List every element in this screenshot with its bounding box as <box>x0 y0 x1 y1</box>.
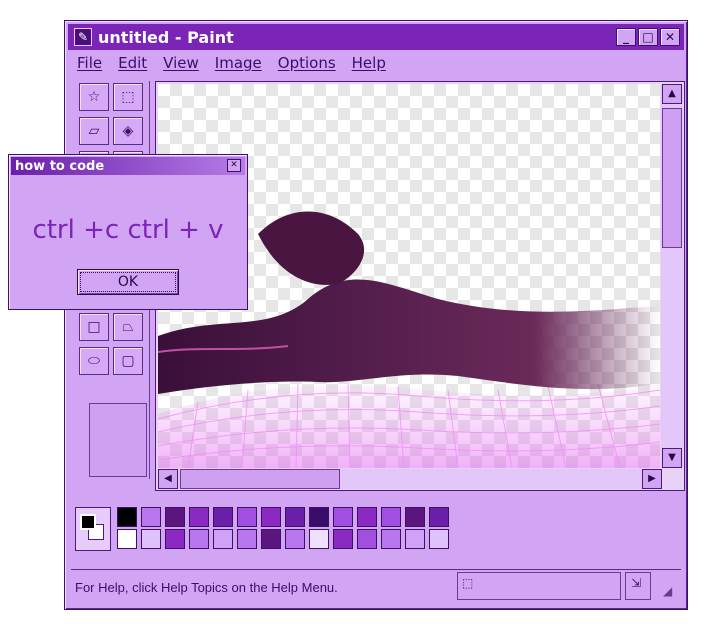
menu-file[interactable]: File <box>77 54 102 78</box>
palette-swatch[interactable] <box>357 529 377 549</box>
palette-swatch[interactable] <box>141 529 161 549</box>
tool-options-box[interactable] <box>89 403 147 477</box>
window-title: untitled - Paint <box>98 27 234 47</box>
cursor-position-cell: ⬚ <box>457 572 621 600</box>
minimize-button[interactable]: _ <box>616 28 636 46</box>
palette-swatch[interactable] <box>333 507 353 527</box>
horizontal-scrollbar[interactable]: ◀ ▶ <box>158 469 662 489</box>
menu-options[interactable]: Options <box>278 54 336 78</box>
eraser-tool-icon[interactable]: ▱ <box>79 117 109 145</box>
palette-swatch[interactable] <box>381 529 401 549</box>
cursor-position-icon: ⬚ <box>462 576 474 590</box>
foreground-color-swatch[interactable] <box>80 514 96 530</box>
palette-swatch[interactable] <box>141 507 161 527</box>
menu-edit[interactable]: Edit <box>118 54 147 78</box>
menu-help[interactable]: Help <box>352 54 386 78</box>
message-dialog: how to code ✕ ctrl +c ctrl + v OK <box>8 154 248 310</box>
palette-swatch[interactable] <box>405 529 425 549</box>
palette-swatch[interactable] <box>405 507 425 527</box>
palette-swatch[interactable] <box>261 507 281 527</box>
polygon-tool-icon[interactable]: ⏢ <box>113 313 143 341</box>
status-bar: For Help, click Help Topics on the Help … <box>71 569 681 606</box>
palette-swatch[interactable] <box>237 529 257 549</box>
ellipse-tool-icon[interactable]: ⬭ <box>79 347 109 375</box>
palette-swatch[interactable] <box>213 507 233 527</box>
scroll-left-icon[interactable]: ◀ <box>158 469 178 489</box>
maximize-button[interactable]: □ <box>638 28 658 46</box>
palette-swatch[interactable] <box>261 529 281 549</box>
palette-swatch[interactable] <box>429 507 449 527</box>
title-bar[interactable]: ✎ untitled - Paint _ □ ✕ <box>68 24 684 50</box>
palette-swatch[interactable] <box>189 529 209 549</box>
resize-grip-icon[interactable]: ◢ <box>663 584 672 598</box>
selection-size-cell: ⇲ <box>625 572 651 600</box>
palette-swatch[interactable] <box>189 507 209 527</box>
current-colors[interactable] <box>75 507 111 551</box>
palette-swatch[interactable] <box>309 529 329 549</box>
ok-button-label: OK <box>80 272 176 292</box>
dialog-title-bar[interactable]: how to code ✕ <box>11 157 245 175</box>
free-select-tool-icon[interactable]: ☆ <box>79 83 109 111</box>
rounded-rect-tool-icon[interactable]: ▢ <box>113 347 143 375</box>
menu-bar: File Edit View Image Options Help <box>71 54 386 78</box>
palette-swatch[interactable] <box>285 507 305 527</box>
rectangle-tool-icon[interactable]: □ <box>79 313 109 341</box>
scroll-right-icon[interactable]: ▶ <box>642 469 662 489</box>
menu-view[interactable]: View <box>163 54 199 78</box>
vertical-scrollbar[interactable]: ▲ ▼ <box>661 84 683 468</box>
palette-swatch[interactable] <box>237 507 257 527</box>
palette-swatch[interactable] <box>333 529 353 549</box>
palette-swatch[interactable] <box>165 529 185 549</box>
selection-size-icon: ⇲ <box>631 576 642 590</box>
scroll-up-icon[interactable]: ▲ <box>662 84 682 104</box>
palette-swatch[interactable] <box>117 529 137 549</box>
ok-button[interactable]: OK <box>77 269 179 295</box>
color-palette <box>75 507 455 559</box>
palette-swatch[interactable] <box>117 507 137 527</box>
horizontal-scroll-thumb[interactable] <box>180 469 340 489</box>
rect-select-tool-icon[interactable]: ⬚ <box>113 83 143 111</box>
paint-window: ✎ untitled - Paint _ □ ✕ File Edit View … <box>64 20 688 610</box>
dialog-title: how to code <box>15 158 105 174</box>
palette-swatch[interactable] <box>213 529 233 549</box>
fill-tool-icon[interactable]: ◈ <box>113 117 143 145</box>
vertical-scroll-thumb[interactable] <box>662 108 682 248</box>
dialog-close-icon[interactable]: ✕ <box>227 159 241 172</box>
palette-swatch[interactable] <box>381 507 401 527</box>
dialog-message: ctrl +c ctrl + v <box>32 215 224 245</box>
palette-swatch[interactable] <box>357 507 377 527</box>
scroll-down-icon[interactable]: ▼ <box>662 448 682 468</box>
palette-swatch[interactable] <box>165 507 185 527</box>
palette-swatch[interactable] <box>309 507 329 527</box>
paint-app-icon: ✎ <box>74 28 92 46</box>
close-button[interactable]: ✕ <box>660 28 680 46</box>
menu-image[interactable]: Image <box>215 54 262 78</box>
palette-swatch[interactable] <box>285 529 305 549</box>
status-help-text: For Help, click Help Topics on the Help … <box>75 580 338 595</box>
palette-swatch[interactable] <box>429 529 449 549</box>
